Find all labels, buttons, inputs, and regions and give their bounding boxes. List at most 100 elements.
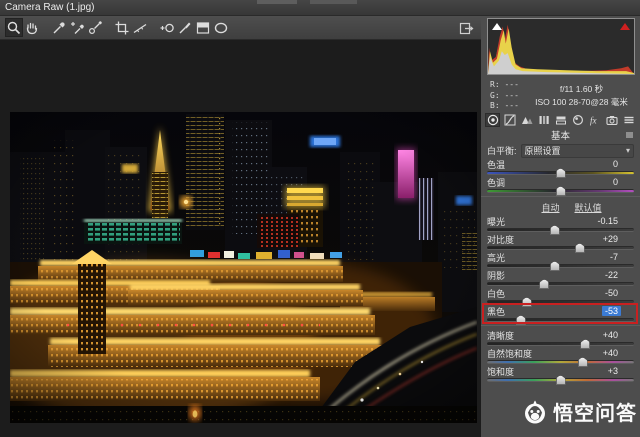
section-header: 基本 xyxy=(485,128,636,142)
slider-value[interactable]: -53 xyxy=(601,306,621,316)
tab-camera-calibration[interactable] xyxy=(604,113,619,127)
slider-label: 饱和度 xyxy=(487,366,515,377)
slider-track[interactable] xyxy=(487,225,634,235)
slider-track[interactable] xyxy=(487,186,634,196)
slider-temperature: 色温 0 xyxy=(487,159,634,178)
white-balance-row: 白平衡: 原照设置 ▾ xyxy=(487,143,634,158)
straighten-icon xyxy=(133,23,147,33)
slider-vibrance: 自然饱和度 +40 xyxy=(487,348,634,367)
histogram-graph xyxy=(488,24,634,74)
camera-raw-window: Camera Raw (1.jpg) R: --- G: --- B: --- … xyxy=(0,0,640,437)
slider-value[interactable]: +40 xyxy=(603,330,634,340)
divider xyxy=(481,325,640,326)
rgb-r: R: --- xyxy=(490,80,519,89)
zoom-tool-button[interactable] xyxy=(5,18,23,37)
tab-effects[interactable]: fx xyxy=(587,113,602,127)
exif-info: f/11 1.60 秒 ISO 100 28-70@28 毫米 xyxy=(526,80,637,112)
photo-canvas[interactable] xyxy=(10,112,477,423)
slider-label: 曝光 xyxy=(487,216,506,227)
slider-value[interactable]: -22 xyxy=(605,270,634,280)
highlight-clipping-indicator[interactable] xyxy=(618,21,632,32)
slider-value[interactable]: +40 xyxy=(603,348,634,358)
histogram[interactable] xyxy=(487,18,635,75)
camera-icon xyxy=(605,115,618,125)
slider-thumb[interactable] xyxy=(555,186,566,196)
panel-tabs: fx xyxy=(485,112,636,127)
crop-tool-button[interactable] xyxy=(113,18,131,37)
tab-basic[interactable] xyxy=(485,112,500,127)
auto-link[interactable]: 自动 xyxy=(541,201,559,213)
slider-shadows: 阴影 -22 xyxy=(487,270,634,289)
slider-track[interactable] xyxy=(487,261,634,271)
white-balance-value: 原照设置 xyxy=(524,146,561,156)
exif-line-1: f/11 1.60 秒 xyxy=(559,84,604,94)
photo-preview xyxy=(10,112,477,423)
red-eye-tool-button[interactable] xyxy=(158,18,176,37)
tab-split-toning[interactable] xyxy=(553,113,568,127)
red-eye-icon xyxy=(160,23,174,32)
slider-thumb[interactable] xyxy=(555,375,566,385)
tab-tone-curve[interactable] xyxy=(502,113,517,127)
white-balance-tool-button[interactable] xyxy=(50,18,68,37)
slider-track[interactable] xyxy=(487,279,634,289)
zoom-icon xyxy=(7,21,21,34)
toolbar xyxy=(0,16,481,40)
rgb-b: B: --- xyxy=(490,101,519,110)
hand-tool-button[interactable] xyxy=(23,18,41,37)
targeted-adjustment-icon xyxy=(88,20,102,34)
white-balance-select[interactable]: 原照设置 ▾ xyxy=(520,143,634,158)
graduated-filter-icon xyxy=(196,21,210,34)
toggle-fullscreen-icon xyxy=(459,22,474,34)
tab-detail[interactable] xyxy=(519,113,534,127)
panel-menu-icon[interactable] xyxy=(625,131,634,139)
slider-value[interactable]: 0 xyxy=(613,159,634,169)
slider-track[interactable] xyxy=(487,357,634,367)
chevron-down-icon: ▾ xyxy=(625,145,630,155)
graduated-filter-tool-button[interactable] xyxy=(194,18,212,37)
window-titlebar[interactable]: Camera Raw (1.jpg) xyxy=(0,0,640,16)
color-sampler-tool-button[interactable] xyxy=(68,18,86,37)
straighten-tool-button[interactable] xyxy=(131,18,149,37)
adjustment-brush-tool-button[interactable] xyxy=(176,18,194,37)
slider-label: 高光 xyxy=(487,252,506,263)
rgb-readout: R: --- G: --- B: --- xyxy=(490,80,526,112)
fx-icon: fx xyxy=(590,115,597,125)
shadow-clipping-indicator[interactable] xyxy=(490,21,504,32)
slider-track[interactable] xyxy=(487,168,634,178)
radial-filter-tool-button[interactable] xyxy=(212,18,230,37)
slider-value[interactable]: -50 xyxy=(605,288,634,298)
adjustments-panel: R: --- G: --- B: --- f/11 1.60 秒 ISO 100… xyxy=(481,16,640,437)
toggle-fullscreen-button[interactable] xyxy=(458,19,476,37)
tab-presets[interactable] xyxy=(621,113,636,127)
slider-track[interactable] xyxy=(487,243,634,253)
image-info: R: --- G: --- B: --- f/11 1.60 秒 ISO 100… xyxy=(490,80,637,112)
slider-track[interactable] xyxy=(487,315,634,325)
slider-track[interactable] xyxy=(487,297,634,307)
slider-value[interactable]: +3 xyxy=(608,366,634,376)
slider-value[interactable]: -0.15 xyxy=(597,216,634,226)
slider-value[interactable]: +29 xyxy=(603,234,634,244)
targeted-adjustment-tool-button[interactable] xyxy=(86,18,104,37)
lens-icon xyxy=(572,114,583,125)
crop-icon xyxy=(115,21,129,34)
slider-track[interactable] xyxy=(487,339,634,349)
slider-label: 色调 xyxy=(487,177,506,188)
presets-icon xyxy=(624,116,633,123)
background-window-artifact xyxy=(310,0,357,4)
slider-thumb[interactable] xyxy=(515,315,526,325)
slider-track[interactable] xyxy=(487,375,634,385)
slider-value[interactable]: 0 xyxy=(613,177,634,187)
default-link[interactable]: 默认值 xyxy=(575,201,602,213)
radial-filter-icon xyxy=(214,22,228,33)
tab-lens-corrections[interactable] xyxy=(570,113,585,127)
auto-default-links: 自动 默认值 xyxy=(509,201,634,213)
background-window-artifact xyxy=(257,0,297,4)
split-toning-icon xyxy=(555,116,566,124)
section-title: 基本 xyxy=(550,130,570,142)
slider-tint: 色调 0 xyxy=(487,177,634,196)
tab-hsl-grayscale[interactable] xyxy=(536,113,551,127)
hand-icon xyxy=(26,22,38,34)
slider-blacks: 黑色 -53 xyxy=(482,303,638,325)
adjustment-brush-icon xyxy=(179,22,191,33)
slider-value[interactable]: -7 xyxy=(610,252,634,262)
